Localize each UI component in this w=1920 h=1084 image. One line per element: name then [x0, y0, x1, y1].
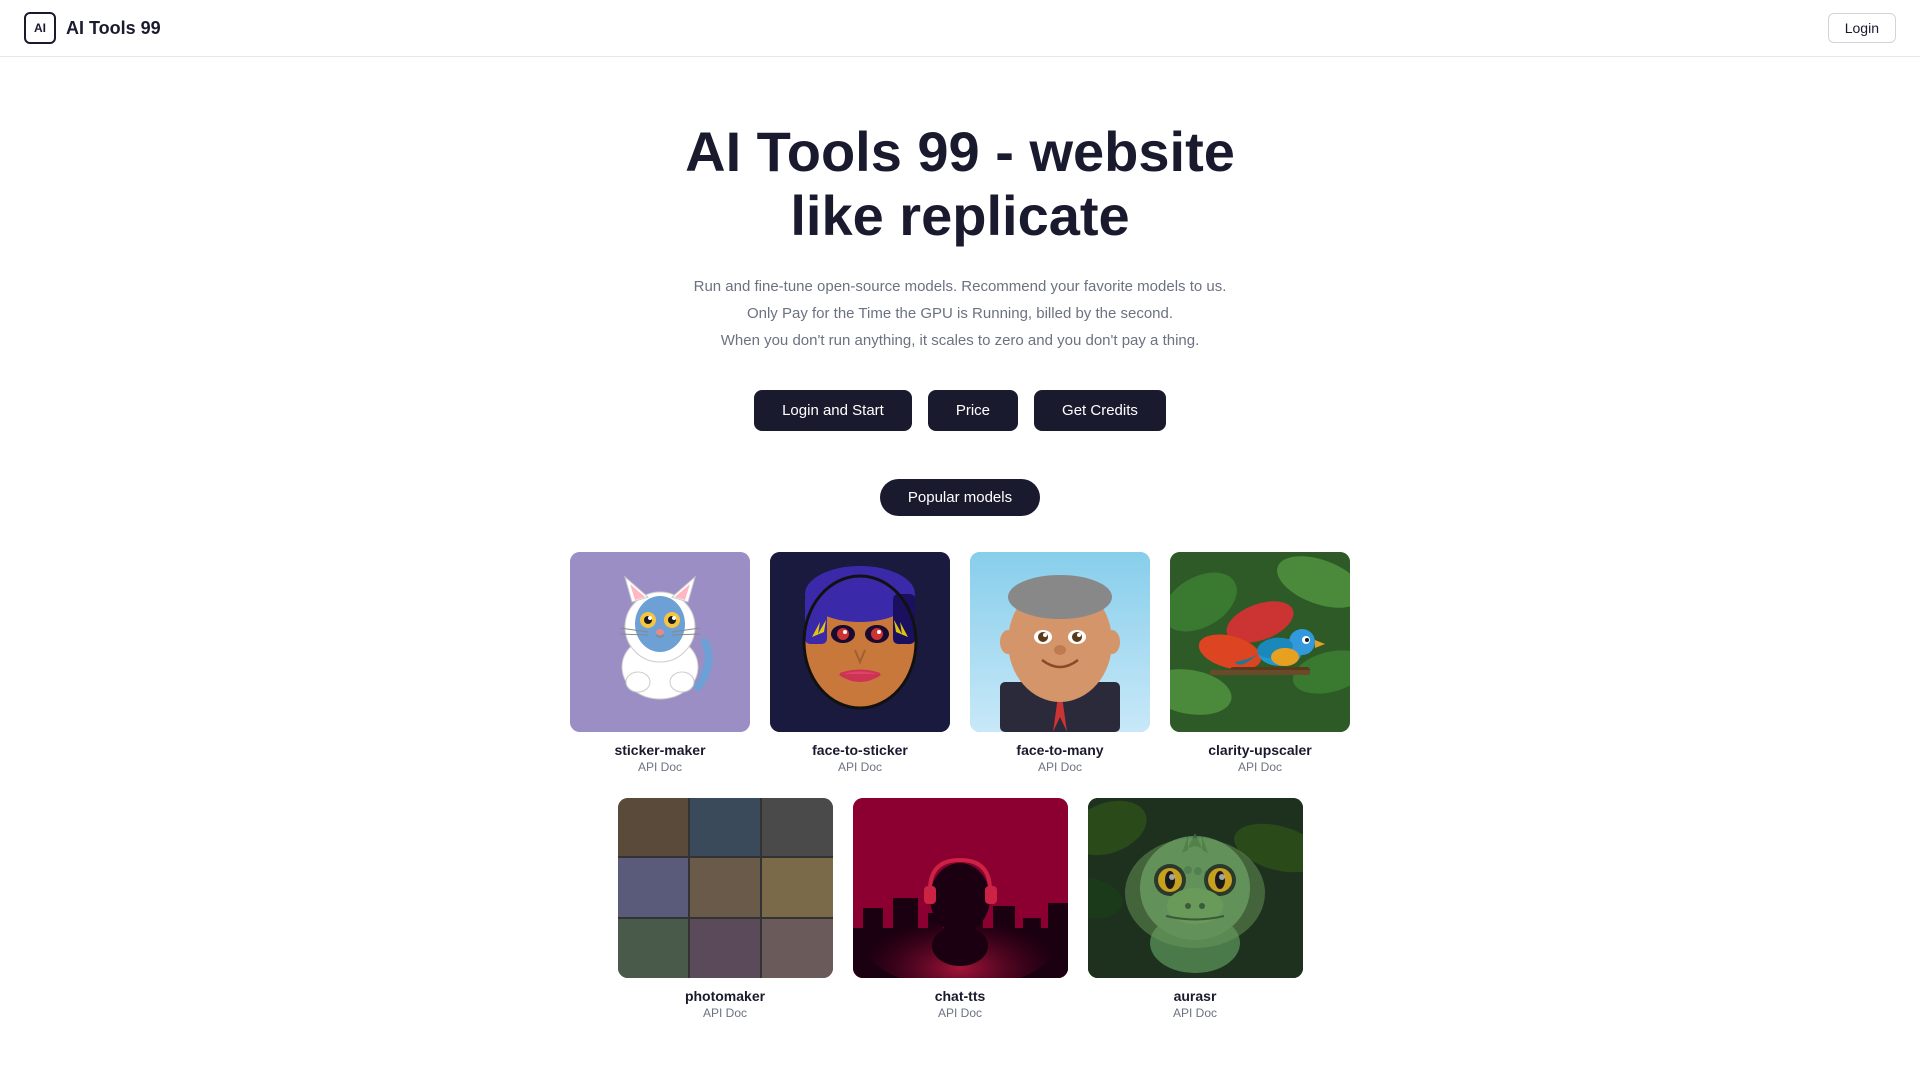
subtitle-line1: Run and fine-tune open-source models. Re…	[20, 273, 1900, 300]
model-card-face-to-many[interactable]: face-to-many API Doc	[970, 552, 1150, 774]
model-name-clarity-upscaler: clarity-upscaler	[1170, 742, 1350, 758]
hero-title: AI Tools 99 - website like replicate	[20, 120, 1900, 249]
models-row-1: sticker-maker API Doc	[20, 552, 1900, 774]
login-start-button[interactable]: Login and Start	[754, 390, 912, 431]
model-api-aurasr: API Doc	[1088, 1006, 1303, 1020]
model-api-sticker-maker: API Doc	[570, 760, 750, 774]
logo-icon: AI	[24, 12, 56, 44]
cta-buttons: Login and Start Price Get Credits	[20, 390, 1900, 431]
main-content: AI Tools 99 - website like replicate Run…	[0, 60, 1920, 1084]
model-image-face-to-many	[970, 552, 1150, 732]
model-api-chat-tts: API Doc	[853, 1006, 1068, 1020]
model-api-face-to-sticker: API Doc	[770, 760, 950, 774]
model-name-sticker-maker: sticker-maker	[570, 742, 750, 758]
brand-logo[interactable]: AI AI Tools 99	[24, 12, 161, 44]
model-card-chat-tts[interactable]: chat-tts API Doc	[853, 798, 1068, 1020]
get-credits-button[interactable]: Get Credits	[1034, 390, 1166, 431]
model-image-photomaker	[618, 798, 833, 978]
model-api-face-to-many: API Doc	[970, 760, 1150, 774]
model-card-aurasr[interactable]: aurasr API Doc	[1088, 798, 1303, 1020]
model-name-face-to-sticker: face-to-sticker	[770, 742, 950, 758]
model-card-face-to-sticker[interactable]: face-to-sticker API Doc	[770, 552, 950, 774]
price-button[interactable]: Price	[928, 390, 1018, 431]
model-image-chat-tts	[853, 798, 1068, 978]
subtitle-line2: Only Pay for the Time the GPU is Running…	[20, 300, 1900, 327]
model-card-sticker-maker[interactable]: sticker-maker API Doc	[570, 552, 750, 774]
logo-icon-text: AI	[34, 21, 46, 35]
model-name-aurasr: aurasr	[1088, 988, 1303, 1004]
hero-title-line2: like replicate	[790, 184, 1129, 247]
popular-models-badge: Popular models	[880, 479, 1040, 516]
brand-name: AI Tools 99	[66, 18, 161, 39]
navbar: AI AI Tools 99 Login	[0, 0, 1920, 57]
model-image-aurasr	[1088, 798, 1303, 978]
model-image-clarity-upscaler	[1170, 552, 1350, 732]
subtitle-line3: When you don't run anything, it scales t…	[20, 327, 1900, 354]
model-name-face-to-many: face-to-many	[970, 742, 1150, 758]
model-name-photomaker: photomaker	[618, 988, 833, 1004]
model-card-clarity-upscaler[interactable]: clarity-upscaler API Doc	[1170, 552, 1350, 774]
model-image-face-to-sticker	[770, 552, 950, 732]
model-name-chat-tts: chat-tts	[853, 988, 1068, 1004]
model-card-photomaker[interactable]: photomaker API Doc	[618, 798, 833, 1020]
hero-title-line1: AI Tools 99 - website	[685, 120, 1235, 183]
hero-subtitle: Run and fine-tune open-source models. Re…	[20, 273, 1900, 354]
model-api-clarity-upscaler: API Doc	[1170, 760, 1350, 774]
nav-login-button[interactable]: Login	[1828, 13, 1896, 43]
model-api-photomaker: API Doc	[618, 1006, 833, 1020]
model-image-sticker-maker	[570, 552, 750, 732]
models-row-2: photomaker API Doc	[20, 798, 1900, 1020]
